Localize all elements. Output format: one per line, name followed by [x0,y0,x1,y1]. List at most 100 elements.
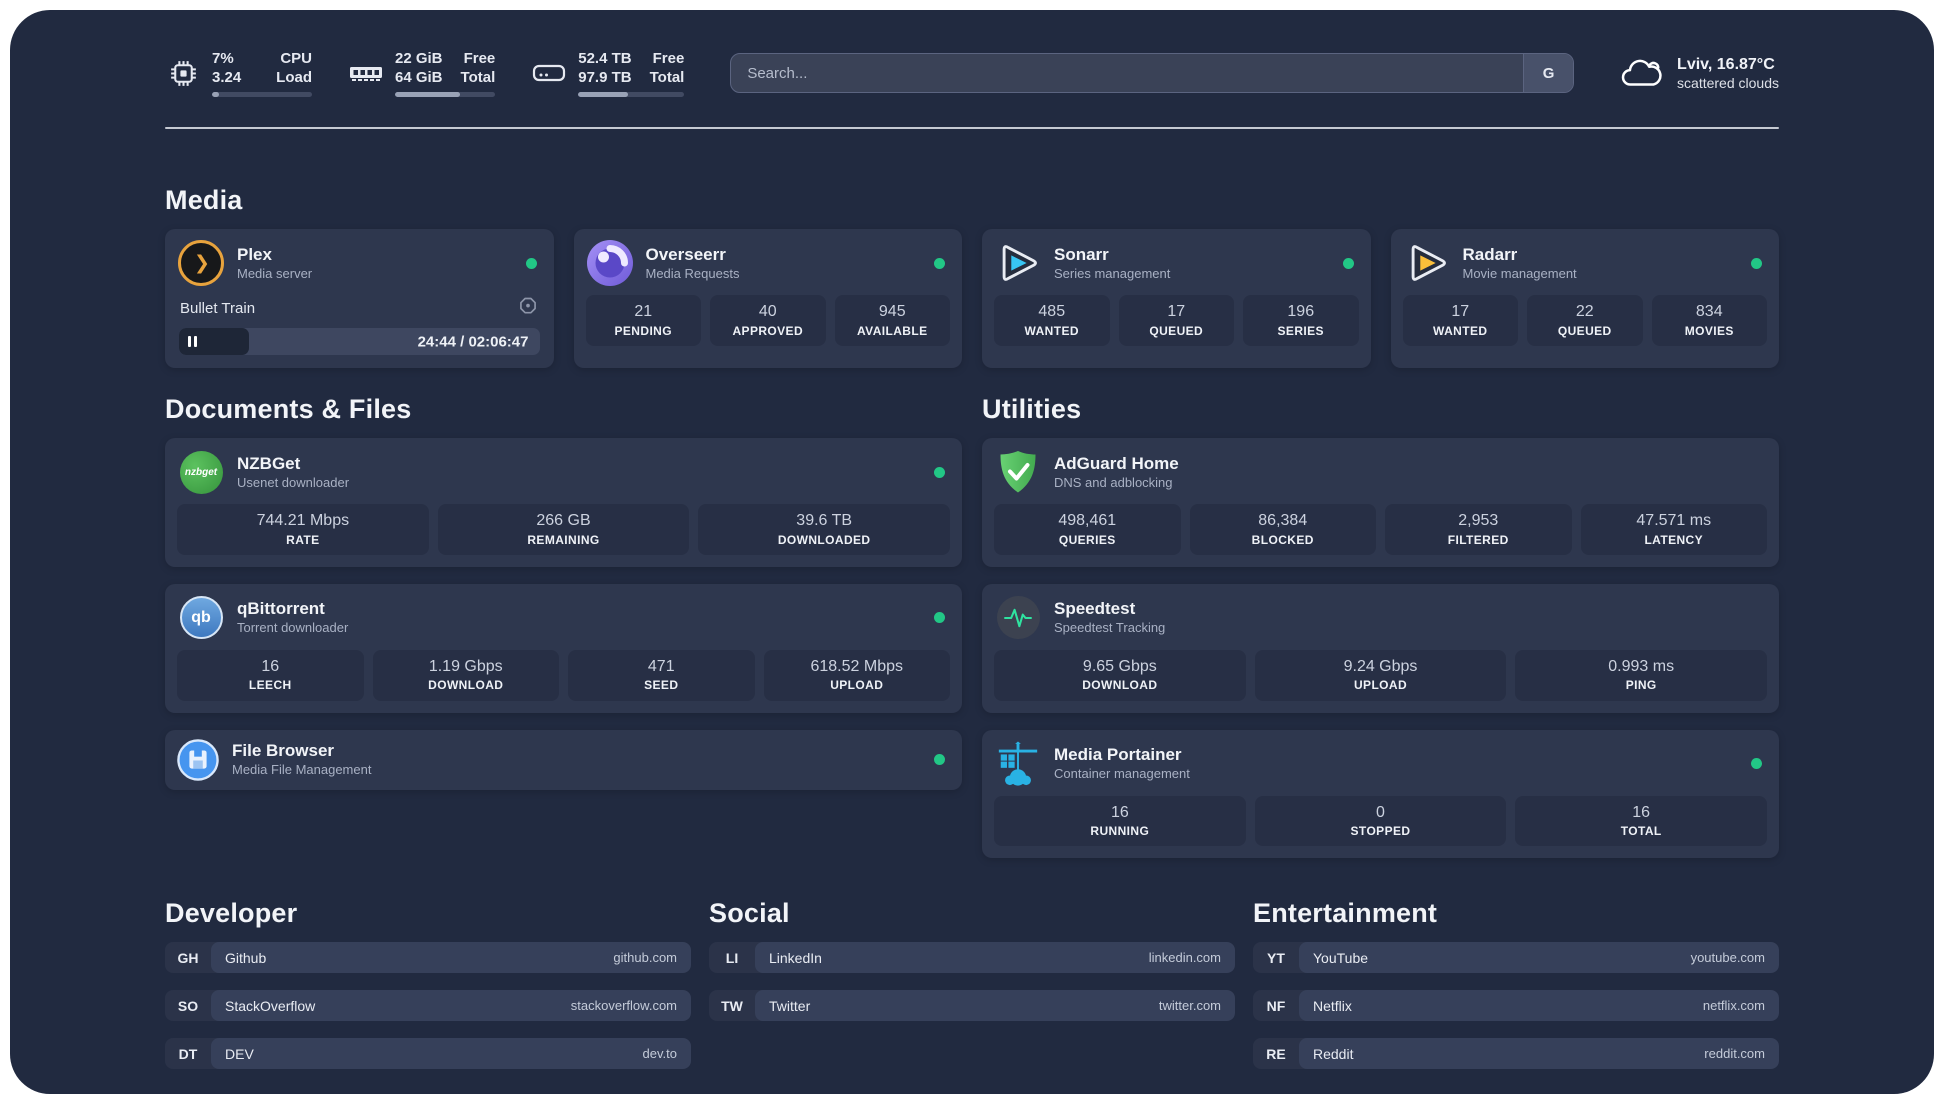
stat-label: QUERIES [1058,532,1116,547]
status-online-dot [1751,257,1762,269]
app-card-header: qb qBittorrent Torrent downloader [165,584,962,650]
link-dev[interactable]: DT DEV dev.to [165,1038,691,1070]
stat-approved: 40 APPROVED [710,295,826,346]
app-card-header: Radarr Movie management [1391,229,1780,295]
memory-icon [348,61,384,85]
status-online-dot [1751,758,1762,770]
app-card-header: nzbget NZBGet Usenet downloader [165,438,962,504]
app-card-speedtest[interactable]: Speedtest Speedtest Tracking 9.65 Gbps DOWN… [982,583,1779,713]
link-rows: YT YouTube youtube.com NF Netflix netflix.com… [1253,942,1779,1070]
app-card-radarr[interactable]: Radarr Movie management 17 WANTED 22 QUEUED 83… [1390,229,1780,368]
stat-download: 1.19 Gbps DOWNLOAD [372,649,559,701]
stat-label: AVAILABLE [857,323,928,338]
app-name: Speedtest [1054,599,1136,619]
app-card-titles: AdGuard Home DNS and adblocking [1054,453,1179,492]
weather-location-temp: Lviv, 16.87°C [1677,55,1775,73]
documents-cards: nzbget NZBGet Usenet downloader 744.21 Mbps… [165,438,962,790]
stat-progress-fill [212,92,219,98]
link-github[interactable]: GH Github github.com [165,942,691,974]
adguard-icon [995,449,1041,495]
app-card-file-browser[interactable]: File Browser Media File Management [165,729,962,790]
link-bar: Reddit reddit.com [1299,1038,1779,1070]
app-name: qBittorrent [237,599,325,619]
app-card-titles: File Browser Media File Management [232,740,371,779]
stat-blocked: 86,384 BLOCKED [1189,504,1376,555]
link-name: DEV [225,1045,254,1062]
status-online-dot [934,257,945,269]
stat-value: 16 [1632,803,1651,821]
search-input[interactable] [730,53,1575,93]
link-url: linkedin.com [1148,950,1221,966]
app-stats-row: 9.65 Gbps DOWNLOAD 9.24 Gbps UPLOAD 0.993 ms… [982,649,1779,713]
stat-label: SERIES [1277,323,1324,338]
app-card-plex[interactable]: ❯ Plex Media server Bullet Train 24:44 / 02:… [165,229,554,368]
stat-ping: 0.993 ms PING [1515,649,1768,701]
stat-value: 64 GiB [395,69,443,86]
player-settings-icon[interactable] [518,296,538,320]
stat-value: 0.993 ms [1608,657,1675,675]
app-card-qbittorrent[interactable]: qb qBittorrent Torrent downloader 16 LEECH 1.… [165,583,962,713]
stat-queued: 22 QUEUED [1527,295,1643,346]
player-progress-elapsed [179,328,250,355]
app-card-sonarr[interactable]: Sonarr Series management 485 WANTED 17 QUEUED… [982,229,1371,368]
link-linkedin[interactable]: LI LinkedIn linkedin.com [709,942,1235,974]
link-rows: LI LinkedIn linkedin.com TW Twitter twitter.c… [709,942,1235,1022]
stat-label: Free [652,49,685,67]
pause-icon[interactable] [188,336,197,347]
stat-progress-bar [395,92,496,98]
stat-text: 22 GiB Free 64 GiB Total [395,49,496,98]
cloud-icon [1618,55,1664,91]
stat-value: 9.24 Gbps [1343,657,1418,675]
link-netflix[interactable]: NF Netflix netflix.com [1253,990,1779,1022]
stat-value: 945 [878,303,906,320]
link-twitter[interactable]: TW Twitter twitter.com [709,990,1235,1022]
player-time: 24:44 / 02:06:47 [417,333,529,350]
link-tag: SO [177,997,199,1014]
disk-icon [531,60,567,86]
stat-value: 52.4 TB [578,49,632,67]
link-reddit[interactable]: RE Reddit reddit.com [1253,1038,1779,1070]
link-youtube[interactable]: YT YouTube youtube.com [1253,942,1779,974]
app-card-nzbget[interactable]: nzbget NZBGet Usenet downloader 744.21 Mbps… [165,438,962,567]
stat-value: 21 [634,303,653,320]
stat-downloaded: 39.6 TB DOWNLOADED [698,504,951,555]
stat-value: 7% [212,49,234,67]
stat-label: RUNNING [1090,824,1150,839]
section-title-documents: Documents & Files [165,394,412,424]
app-subtitle: DNS and adblocking [1054,474,1173,490]
stat-wanted: 485 WANTED [994,295,1110,346]
status-online-dot [934,612,945,624]
app-stats-row: 498,461 QUERIES 86,384 BLOCKED 2,953 FILTERED… [982,504,1779,567]
stat-label: WANTED [1024,323,1079,338]
stat-value: 40 [758,303,777,320]
stat-latency: 47.571 ms LATENCY [1580,504,1767,555]
links-column-social: Social LI LinkedIn linkedin.com TW Twitter twi… [709,898,1235,1069]
app-name: NZBGet [237,453,301,473]
app-card-adguard-home[interactable]: AdGuard Home DNS and adblocking 498,461 QUE… [982,438,1779,567]
stat-running: 16 RUNNING [994,795,1246,847]
stat-value: 3.24 [212,69,242,86]
link-tag: RE [1266,1045,1286,1062]
speedtest-icon [995,595,1041,641]
app-card-media-portainer[interactable]: Media Portainer Container management 16 RUN… [982,729,1779,859]
stat-progress-fill [395,92,461,98]
stat-progress-bar [212,92,312,98]
stat-value: 17 [1451,303,1470,320]
player-progress-bar: 24:44 / 02:06:47 [179,328,540,355]
app-name: Overseerr [645,244,726,264]
app-subtitle: Torrent downloader [237,620,349,636]
stat-line: 97.9 TB Total [578,68,684,87]
app-subtitle: Media server [237,265,313,281]
search-engine-button[interactable]: G [1523,54,1574,92]
link-stackoverflow[interactable]: SO StackOverflow stackoverflow.com [165,990,691,1022]
link-bar: YouTube youtube.com [1299,942,1779,974]
link-url: reddit.com [1704,1046,1765,1062]
stat-filtered: 2,953 FILTERED [1385,504,1572,555]
stat-label: Total [460,69,496,86]
system-stats: 7% CPU 3.24 Load 22 GiB Free 64 GiB Total 52.4 T… [165,49,685,98]
app-card-overseerr[interactable]: Overseerr Media Requests 21 PENDING 40 APPROV… [573,229,962,368]
link-tag: NF [1266,997,1286,1014]
app-name: AdGuard Home [1054,453,1179,473]
stat-line: 52.4 TB Free [578,49,684,68]
link-bar: DEV dev.to [211,1038,691,1070]
